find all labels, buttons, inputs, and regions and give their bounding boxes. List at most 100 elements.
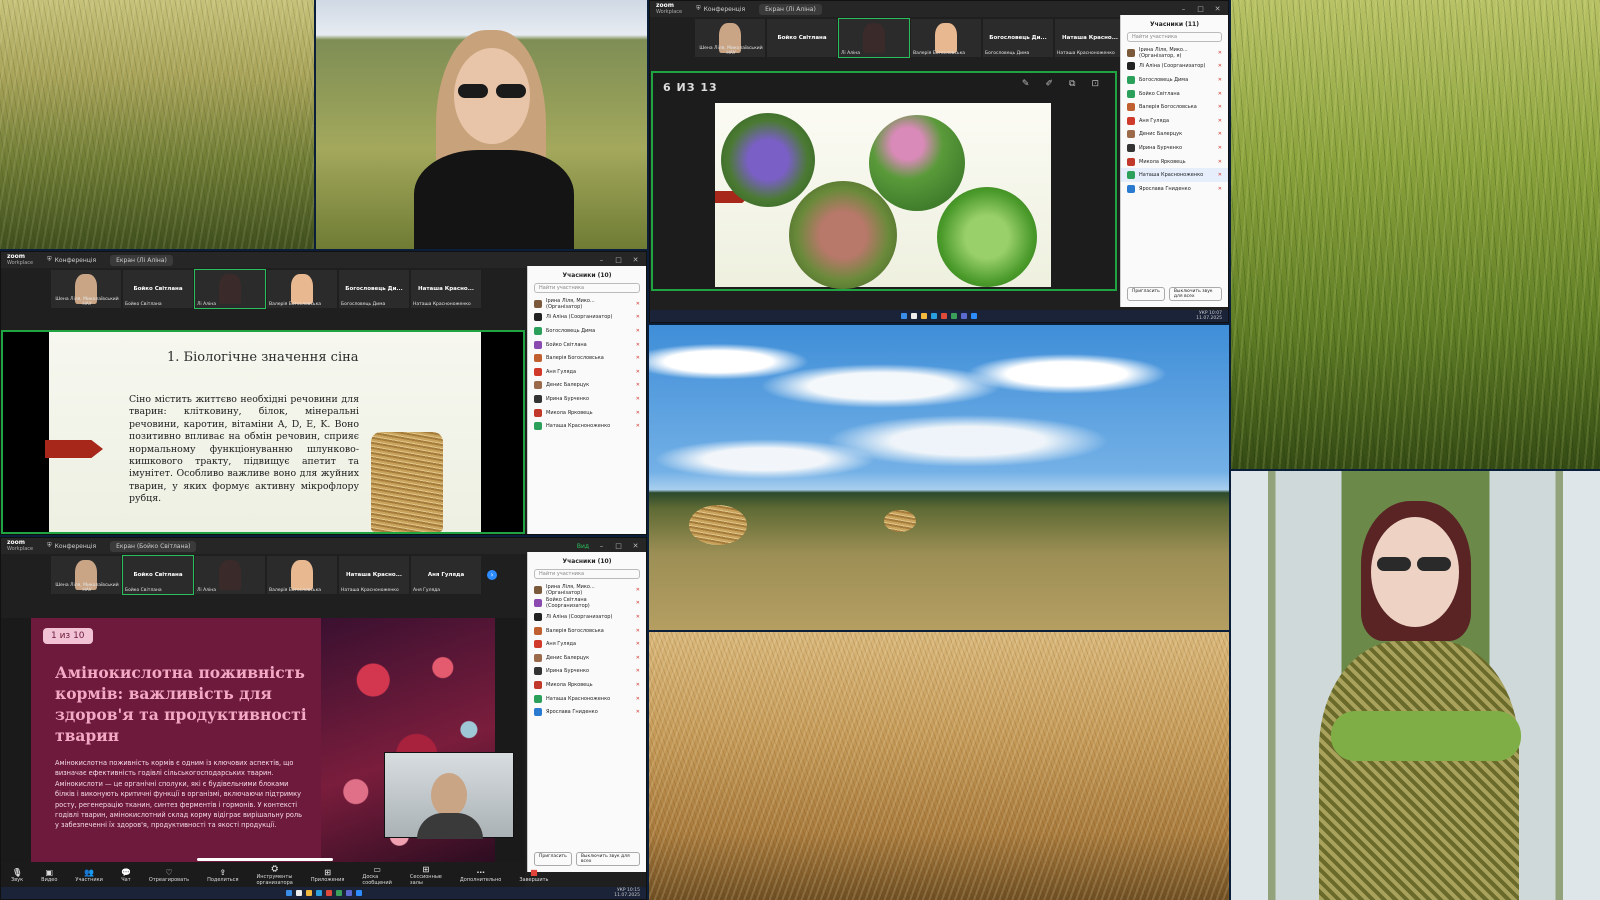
- participant-item[interactable]: Аня Гуляда ✕: [528, 637, 646, 651]
- tab-screen[interactable]: Екран (Бойко Світлана): [110, 540, 197, 552]
- participant-search-input[interactable]: Найти участника: [534, 569, 640, 579]
- close-icon[interactable]: ✕: [1213, 5, 1222, 13]
- video-thumb[interactable]: Наташа Красно... Наташа Красноноженко: [339, 556, 409, 594]
- participant-item[interactable]: Бойко Світлана (Соорганизатор) ✕: [528, 597, 646, 611]
- participant-item[interactable]: Денис Балерцук ✕: [1121, 128, 1228, 142]
- participant-item[interactable]: Богословець Дима ✕: [1121, 73, 1228, 87]
- participant-item[interactable]: Ирина Бурченко ✕: [528, 665, 646, 679]
- video-thumb[interactable]: Шена Ліля, Миколаївський НАУ: [51, 556, 121, 594]
- close-icon[interactable]: ✕: [631, 256, 640, 264]
- participant-item[interactable]: Микола Ярковець ✕: [528, 406, 646, 420]
- toolbar-button[interactable]: ⋯ Дополнительно: [460, 868, 501, 883]
- toolbar-button[interactable]: ♡ Отреагировать: [149, 868, 189, 883]
- participant-item[interactable]: Бойко Світлана ✕: [528, 338, 646, 352]
- muted-mic-icon[interactable]: ✕: [636, 423, 640, 429]
- video-thumb[interactable]: Лі Аліна: [195, 556, 265, 594]
- toolbar-button[interactable]: 💬 Чат: [121, 868, 131, 883]
- muted-mic-icon[interactable]: ✕: [636, 314, 640, 320]
- status-label[interactable]: Вид: [577, 543, 589, 550]
- muted-mic-icon[interactable]: ✕: [1218, 50, 1222, 56]
- video-thumb[interactable]: Наташа Красно... Наташа Красноноженко: [1055, 19, 1125, 57]
- toolbar-button[interactable]: ▣ Видео: [41, 868, 57, 883]
- participant-item[interactable]: Ірина Ліля, Мико... (Організатор, я) ✕: [1121, 46, 1228, 60]
- video-thumb[interactable]: Валерія Богословська: [911, 19, 981, 57]
- muted-mic-icon[interactable]: ✕: [636, 382, 640, 388]
- participant-item[interactable]: Денис Балерцук ✕: [528, 651, 646, 665]
- video-thumb[interactable]: Шена Ліля, Миколаївський НАУ: [51, 270, 121, 308]
- participant-search-input[interactable]: Найти участника: [1127, 32, 1222, 42]
- pen-icon[interactable]: ✎: [1022, 79, 1030, 89]
- participant-item[interactable]: Ірина Ліля, Мико... (Організатор) ✕: [528, 583, 646, 597]
- participant-item[interactable]: Лі Аліна (Соорганизатор) ✕: [528, 311, 646, 325]
- maximize-icon[interactable]: □: [614, 542, 623, 550]
- muted-mic-icon[interactable]: ✕: [1218, 77, 1222, 83]
- participant-item[interactable]: Наташа Красноноженко ✕: [528, 692, 646, 706]
- muted-mic-icon[interactable]: ✕: [1218, 131, 1222, 137]
- muted-mic-icon[interactable]: ✕: [636, 709, 640, 715]
- participant-item[interactable]: Богословець Дима ✕: [528, 324, 646, 338]
- tab-conference[interactable]: ⛨ Конференція: [41, 254, 102, 266]
- close-icon[interactable]: ✕: [631, 542, 640, 550]
- slide-scrollbar[interactable]: [197, 858, 333, 861]
- minimize-icon[interactable]: –: [1179, 5, 1188, 13]
- muted-mic-icon[interactable]: ✕: [1218, 118, 1222, 124]
- toolbar-button[interactable]: ■ Завершить: [519, 868, 548, 883]
- muted-mic-icon[interactable]: ✕: [636, 410, 640, 416]
- toolbar-button[interactable]: ⛭ Инструменты организатора: [256, 864, 292, 886]
- muted-mic-icon[interactable]: ✕: [636, 614, 640, 620]
- video-thumb[interactable]: Бойко Світлана: [767, 19, 837, 57]
- tab-conference[interactable]: ⛨ Конференція: [41, 540, 102, 552]
- tab-conference[interactable]: ⛨ Конференція: [690, 3, 751, 15]
- minimize-icon[interactable]: –: [597, 256, 606, 264]
- muted-mic-icon[interactable]: ✕: [1218, 186, 1222, 192]
- present-icon[interactable]: ⊡: [1091, 79, 1099, 89]
- participant-item[interactable]: Аня Гуляда ✕: [1121, 114, 1228, 128]
- muted-mic-icon[interactable]: ✕: [636, 641, 640, 647]
- muted-mic-icon[interactable]: ✕: [636, 587, 640, 593]
- participant-item[interactable]: Ярослава Гниденко ✕: [528, 705, 646, 719]
- muted-mic-icon[interactable]: ✕: [636, 369, 640, 375]
- mute-all-button[interactable]: Выключить звук для всех: [1168, 287, 1222, 301]
- muted-mic-icon[interactable]: ✕: [1218, 159, 1222, 165]
- participant-item[interactable]: Ірина Ліля, Мико... (Організатор) ✕: [528, 297, 646, 311]
- muted-mic-icon[interactable]: ✕: [636, 628, 640, 634]
- participant-item[interactable]: Ирина Бурченко ✕: [528, 392, 646, 406]
- video-thumb[interactable]: Богословець Ди... Богословець Дима: [339, 270, 409, 308]
- participant-item[interactable]: Аня Гуляда ✕: [528, 365, 646, 379]
- video-thumb[interactable]: Бойко Світлана Бойко Світлана: [122, 555, 194, 595]
- participant-item[interactable]: Ирина Бурченко ✕: [1121, 141, 1228, 155]
- muted-mic-icon[interactable]: ✕: [636, 668, 640, 674]
- toolbar-button[interactable]: ⊞ Приложения: [311, 868, 345, 883]
- video-thumb[interactable]: Аня Гуляда Аня Гуляда: [411, 556, 481, 594]
- muted-mic-icon[interactable]: ✕: [636, 600, 640, 606]
- minimize-icon[interactable]: –: [597, 542, 606, 550]
- toolbar-button[interactable]: ⊞ Сессионные залы: [410, 865, 442, 886]
- screen-icon[interactable]: ⧉: [1069, 79, 1075, 89]
- toolbar-button[interactable]: ⇪ Поделиться: [207, 868, 238, 883]
- video-thumb[interactable]: Наташа Красно... Наташа Красноноженко: [411, 270, 481, 308]
- participant-item[interactable]: Валерія Богословська ✕: [1121, 100, 1228, 114]
- next-videos-icon[interactable]: ›: [487, 570, 497, 580]
- participant-item[interactable]: Наташа Красноноженко ✕: [1121, 168, 1228, 182]
- invite-button[interactable]: Пригласить: [534, 852, 572, 866]
- participant-item[interactable]: Ярослава Гниденко ✕: [1121, 182, 1228, 196]
- video-thumb[interactable]: Бойко Світлана Бойко Світлана: [123, 270, 193, 308]
- muted-mic-icon[interactable]: ✕: [1218, 104, 1222, 110]
- participant-item[interactable]: Наташа Красноноженко ✕: [528, 419, 646, 433]
- participant-item[interactable]: Валерія Богословська ✕: [528, 351, 646, 365]
- participant-item[interactable]: Бойко Світлана ✕: [1121, 87, 1228, 101]
- presenter-video[interactable]: [384, 752, 514, 839]
- muted-mic-icon[interactable]: ✕: [1218, 63, 1222, 69]
- video-thumb[interactable]: Валерія Богословська: [267, 270, 337, 308]
- highlighter-icon[interactable]: ✐: [1045, 79, 1053, 89]
- maximize-icon[interactable]: □: [1196, 5, 1205, 13]
- participant-item[interactable]: Лі Аліна (Соорганизатор) ✕: [1121, 60, 1228, 74]
- muted-mic-icon[interactable]: ✕: [636, 301, 640, 307]
- toolbar-button[interactable]: ▭ Доска сообщений: [362, 865, 392, 886]
- muted-mic-icon[interactable]: ✕: [636, 655, 640, 661]
- video-thumb[interactable]: Лі Аліна: [838, 18, 910, 58]
- video-thumb[interactable]: Лі Аліна: [194, 269, 266, 309]
- toolbar-button[interactable]: 👥 Участники: [75, 868, 103, 883]
- participant-item[interactable]: Денис Балерцук ✕: [528, 379, 646, 393]
- tab-screen[interactable]: Екран (Лі Аліна): [759, 3, 822, 15]
